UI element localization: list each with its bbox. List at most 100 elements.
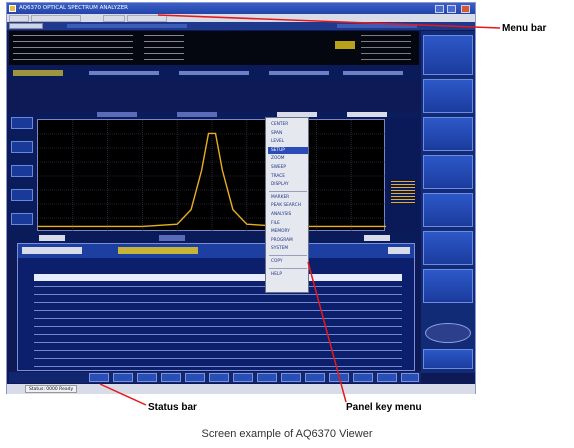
trace-header [37,111,419,118]
settings-strip [9,66,419,80]
sensitivity-field [179,71,249,75]
softkey-2[interactable] [423,79,473,113]
status-bar-callout: Status bar [148,402,197,413]
average-field [269,71,329,75]
panel-menu-item[interactable]: DISPLAY [268,181,308,188]
bottom-key[interactable] [89,373,109,382]
softkey-6[interactable] [423,231,473,265]
stop-wavelength-field [364,235,390,241]
maximize-icon[interactable] [447,4,456,13]
softkey-8[interactable] [423,349,473,369]
title-bar: AQ6370 OPTICAL SPECTRUM ANALYZER [7,3,475,14]
figure-caption: Screen example of AQ6370 Viewer [201,428,373,440]
spectrum-chart [38,120,386,232]
panel-menu-item[interactable]: CENTER [268,121,308,128]
scale-box[interactable] [11,141,33,153]
start-wavelength-field [39,235,65,241]
panel-menu-item[interactable]: FILE [268,220,308,227]
bottom-key[interactable] [233,373,253,382]
tool-button[interactable] [9,23,43,29]
bottom-key[interactable] [113,373,133,382]
bottom-key[interactable] [185,373,205,382]
resolution-field [89,71,159,75]
window-title: AQ6370 OPTICAL SPECTRUM ANALYZER [19,5,129,11]
sampling-field [343,71,403,75]
table-header [18,244,414,258]
trace-header-field [177,112,217,117]
marker-readout-lines [13,35,133,61]
softkey-1[interactable] [423,35,473,75]
panel-menu-item[interactable]: SYSTEM [268,245,308,252]
panel-menu-item[interactable]: PEAK SEARCH [268,202,308,209]
spectrum-trace-area[interactable] [37,119,386,232]
panel-menu-item[interactable]: SWEEP [268,164,308,171]
scale-box[interactable] [11,213,33,225]
bottom-key[interactable] [377,373,397,382]
softkey-7[interactable] [423,269,473,303]
panel-key-menu: CENTER SPAN LEVEL SETUP ZOOM SWEEP TRACE DISPLA… [265,117,309,293]
softkey-4[interactable] [423,155,473,189]
trace-header-field [97,112,137,117]
panel-menu-item[interactable]: HELP [268,271,308,278]
panel-menu-item[interactable]: COPY [268,258,308,265]
app-icon [9,5,16,12]
table-row-selected[interactable] [34,274,402,281]
status-bar: Status: 0000 Ready [7,384,475,394]
bottom-key[interactable] [281,373,301,382]
bottom-key-row [9,372,421,383]
status-text: Status: 0000 Ready [25,385,78,393]
viewer-window: AQ6370 OPTICAL SPECTRUM ANALYZER Status:… [6,2,476,394]
bottom-key[interactable] [401,373,419,382]
menu-separator [269,190,307,192]
marker-bars-icon [391,181,415,203]
marker-side-lines [361,35,411,61]
scale-box[interactable] [11,117,33,129]
menu-item-2[interactable] [31,14,81,22]
toolbar [7,22,475,30]
trace-footer [9,233,419,243]
panel-menu-item[interactable]: SPAN [268,130,308,137]
bottom-key[interactable] [137,373,157,382]
panel-menu-item[interactable]: MEMORY [268,228,308,235]
panel-menu-item[interactable]: LEVEL [268,138,308,145]
menu-bar-callout: Menu bar [502,23,547,34]
bottom-key[interactable] [305,373,325,382]
softkey-3[interactable] [423,117,473,151]
marker-highlight [335,41,355,49]
panel-menu-item[interactable]: MARKER [268,194,308,201]
table-title [22,247,82,254]
panel-menu-item[interactable]: PROGRAM [268,237,308,244]
marker-value-lines [144,35,184,61]
toolbar-date-strip [337,24,417,28]
table-page [388,247,410,254]
menu-bar [7,14,475,22]
rotary-knob-icon[interactable] [425,323,471,343]
scale-box[interactable] [11,165,33,177]
bottom-key[interactable] [161,373,181,382]
toolbar-info-strip [67,24,187,28]
soft-key-panel [421,31,475,373]
trace-side-info [387,119,419,231]
scale-box[interactable] [11,189,33,201]
close-icon[interactable] [461,4,470,13]
softkey-5[interactable] [423,193,473,227]
panel-menu-item[interactable]: SETUP [268,146,308,154]
panel-menu-item[interactable]: ANALYSIS [268,211,308,218]
panel-menu-item[interactable]: TRACE [268,173,308,180]
bottom-key[interactable] [209,373,229,382]
center-wavelength-field [159,235,185,241]
bottom-key[interactable] [257,373,277,382]
marker-list [9,31,419,65]
menu-item-3[interactable] [103,14,125,22]
panel-key-menu-callout: Panel key menu [346,402,422,413]
analysis-table [17,243,415,371]
level-scale [9,113,35,231]
menu-item-1[interactable] [9,14,29,22]
panel-menu-item[interactable]: ZOOM [268,155,308,162]
table-rows[interactable] [34,282,402,370]
minimize-icon[interactable] [435,4,444,13]
bottom-key[interactable] [329,373,349,382]
bottom-key[interactable] [353,373,373,382]
menu-item-4[interactable] [127,14,167,22]
menu-separator [269,255,307,256]
